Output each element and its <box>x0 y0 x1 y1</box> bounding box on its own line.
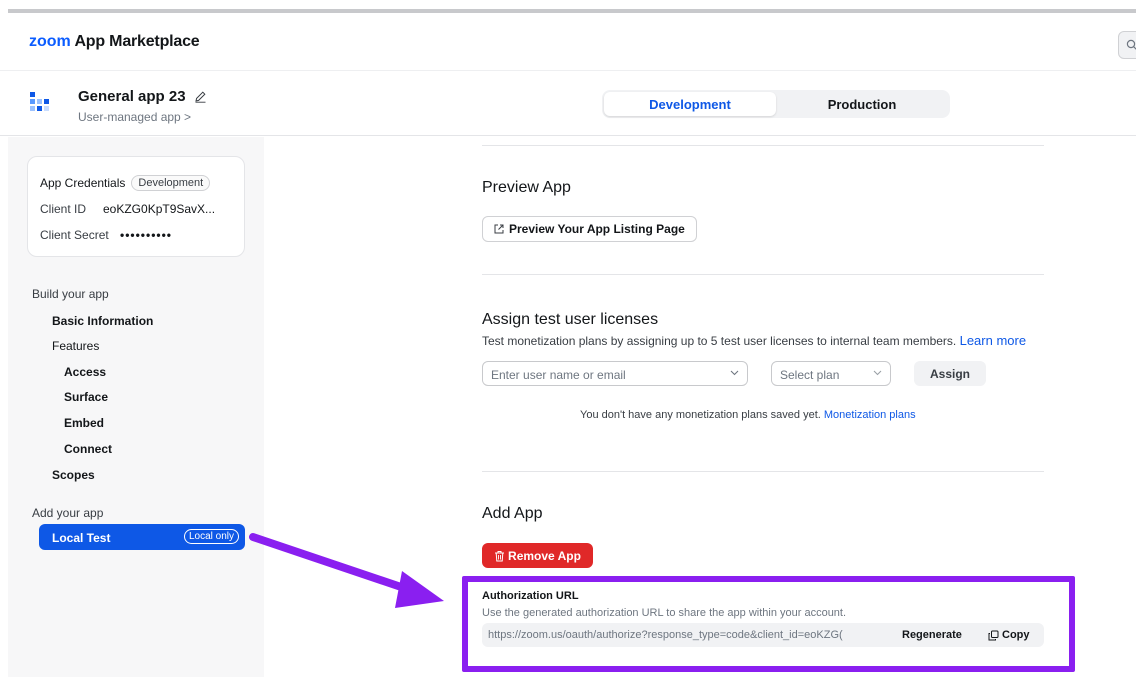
credentials-title-text: App Credentials <box>40 176 126 190</box>
tab-development[interactable]: Development <box>604 92 776 116</box>
build-section-label: Build your app <box>32 287 109 301</box>
credentials-card: App Credentials Development Client ID eo… <box>27 156 245 257</box>
remove-app-label: Remove App <box>508 548 581 563</box>
environment-badge: Development <box>131 175 211 191</box>
client-id-row: Client ID eoKZG0KpT9SavX... <box>40 202 215 216</box>
logo-text: App Marketplace <box>74 33 200 50</box>
section-divider <box>482 145 1044 146</box>
preview-app-heading: Preview App <box>482 179 571 196</box>
licenses-description-text: Test monetization plans by assigning up … <box>482 334 957 348</box>
licenses-description: Test monetization plans by assigning up … <box>482 333 1026 348</box>
local-test-label: Local Test <box>52 531 111 545</box>
sidebar-item-scopes[interactable]: Scopes <box>52 468 95 482</box>
sidebar-item-connect[interactable]: Connect <box>64 442 112 456</box>
client-secret-row: Client Secret •••••••••• <box>40 228 171 242</box>
chevron-down-icon <box>873 370 882 376</box>
app-icon <box>30 92 49 111</box>
plan-select[interactable]: Select plan <box>771 361 891 386</box>
client-secret-label: Client Secret <box>40 228 109 242</box>
assign-button[interactable]: Assign <box>914 361 986 386</box>
chevron-down-icon <box>730 370 739 376</box>
annotation-highlight-box <box>462 576 1075 672</box>
add-section-label: Add your app <box>32 506 104 520</box>
app-bar: General app 23 User-managed app > Develo… <box>0 72 1136 136</box>
section-divider <box>482 471 1044 472</box>
client-id-label: Client ID <box>40 202 87 216</box>
client-secret-value[interactable]: •••••••••• <box>120 228 172 242</box>
site-header: zoom App Marketplace <box>0 13 1136 71</box>
section-divider <box>482 274 1044 275</box>
monetization-plans-link[interactable]: Monetization plans <box>824 409 916 421</box>
preview-listing-button[interactable]: Preview Your App Listing Page <box>482 216 697 242</box>
client-id-value[interactable]: eoKZG0KpT9SavX... <box>103 202 215 216</box>
local-only-badge: Local only <box>183 529 239 544</box>
sidebar: App Credentials Development Client ID eo… <box>8 137 264 677</box>
remove-app-button[interactable]: Remove App <box>482 543 593 568</box>
sidebar-item-embed[interactable]: Embed <box>64 416 104 430</box>
app-type-link[interactable]: User-managed app > <box>78 110 191 124</box>
user-search-input[interactable]: Enter user name or email <box>482 361 748 386</box>
preview-listing-label: Preview Your App Listing Page <box>509 222 685 236</box>
sidebar-item-access[interactable]: Access <box>64 365 106 379</box>
monetization-note: You don't have any monetization plans sa… <box>580 409 916 421</box>
licenses-heading: Assign test user licenses <box>482 311 659 328</box>
credentials-title: App Credentials Development <box>40 175 211 191</box>
trash-icon <box>495 550 505 561</box>
search-icon <box>1126 39 1136 50</box>
external-link-icon <box>494 224 504 234</box>
app-name: General app 23 <box>78 88 207 105</box>
logo-brand: zoom <box>29 33 71 50</box>
tab-production[interactable]: Production <box>776 92 948 116</box>
sidebar-item-local-test[interactable]: Local Test Local only <box>39 524 245 550</box>
plan-select-placeholder: Select plan <box>780 368 840 382</box>
sidebar-item-basic-information[interactable]: Basic Information <box>52 314 153 328</box>
sidebar-item-surface[interactable]: Surface <box>64 390 108 404</box>
marketplace-logo[interactable]: zoom App Marketplace <box>29 33 200 51</box>
edit-pencil-icon[interactable] <box>194 90 207 103</box>
app-name-text: General app 23 <box>78 88 186 105</box>
search-button[interactable] <box>1118 31 1136 59</box>
environment-toggle: Development Production <box>602 90 950 118</box>
sidebar-item-features[interactable]: Features <box>52 339 99 353</box>
user-search-placeholder: Enter user name or email <box>491 368 626 382</box>
add-app-heading: Add App <box>482 505 543 522</box>
learn-more-link[interactable]: Learn more <box>960 333 1026 348</box>
monetization-note-text: You don't have any monetization plans sa… <box>580 409 821 421</box>
